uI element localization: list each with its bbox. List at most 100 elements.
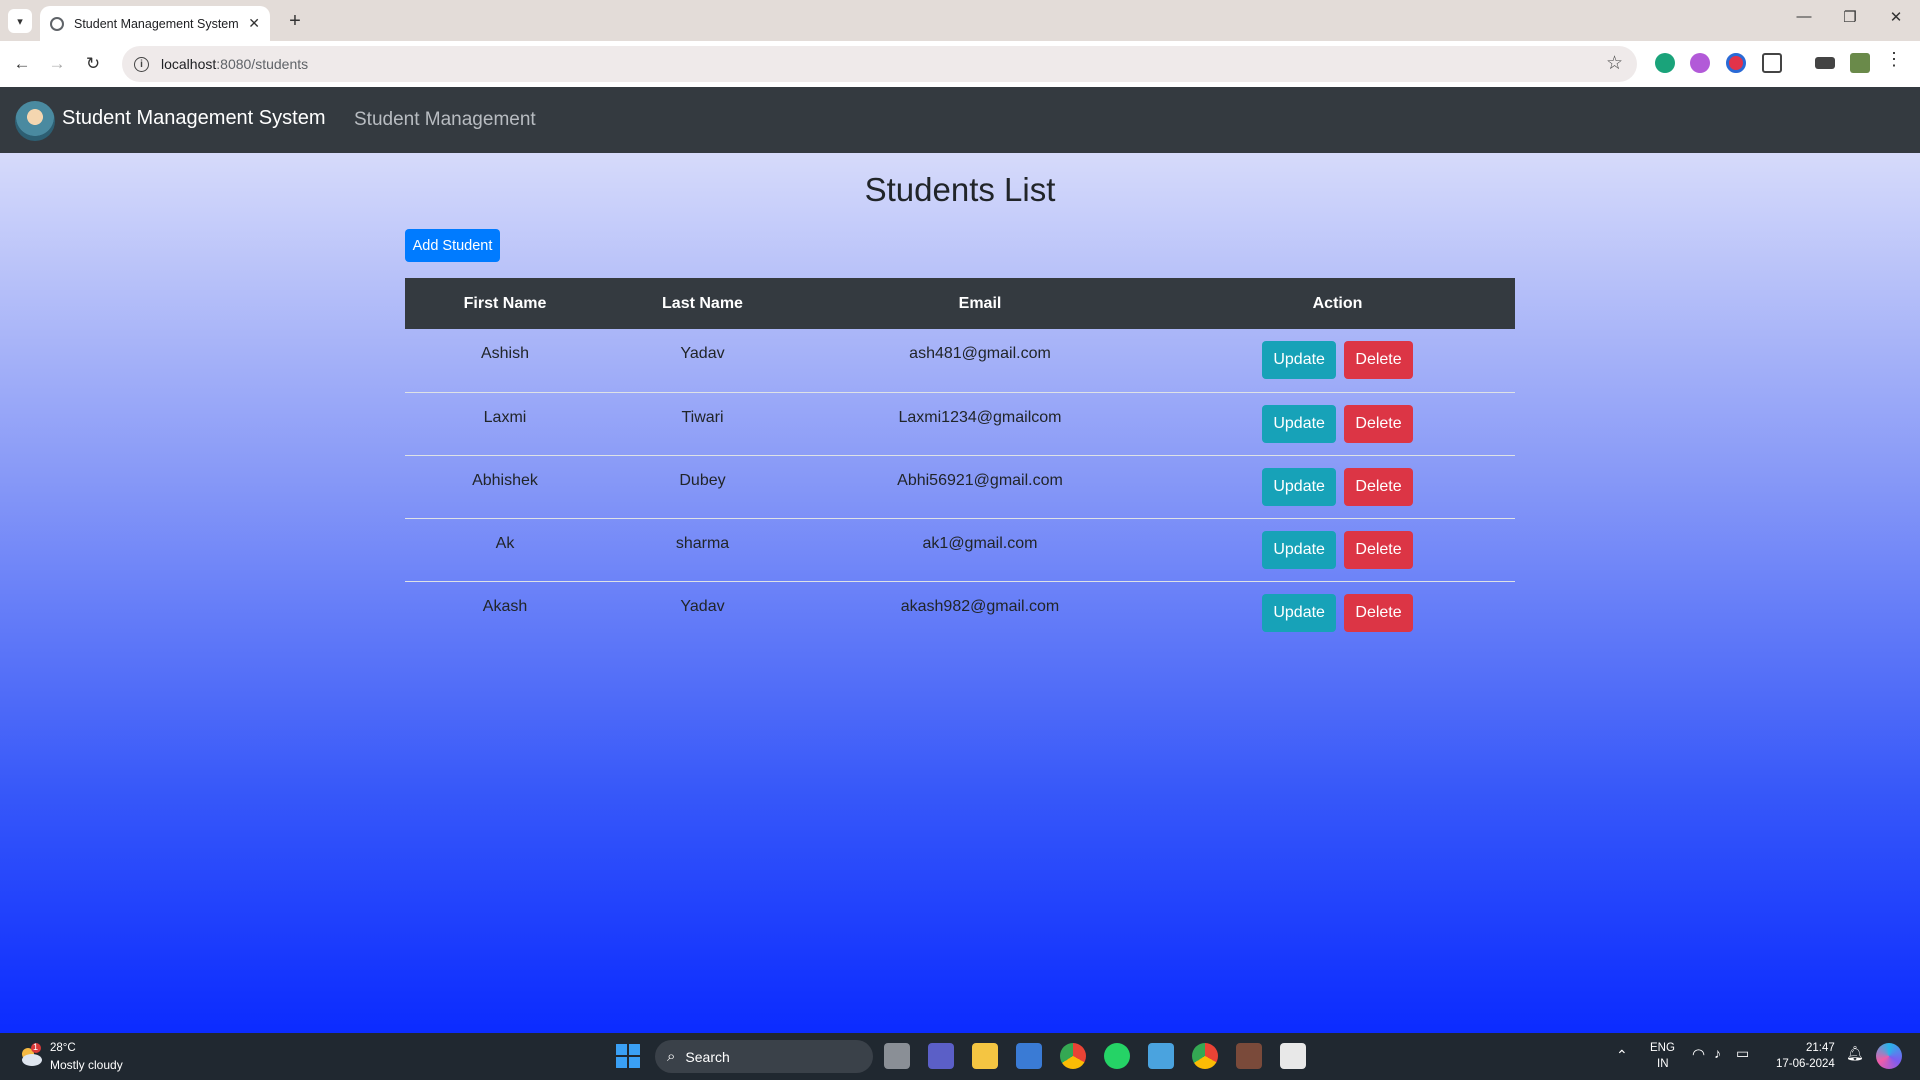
extension-purple-icon[interactable]	[1690, 53, 1710, 73]
first-name-cell: Ak	[495, 534, 515, 552]
profile-avatar-icon[interactable]	[1850, 53, 1870, 73]
wifi-icon[interactable]: ◠	[1692, 1045, 1705, 1063]
email-cell: ash481@gmail.com	[909, 345, 1051, 362]
teams-icon[interactable]	[928, 1043, 954, 1069]
region-code[interactable]: IN	[1657, 1058, 1669, 1070]
volume-icon[interactable]: ♪	[1714, 1045, 1721, 1061]
update-button[interactable]: Update	[1262, 467, 1336, 506]
notification-bell-icon[interactable]: 🔔︎	[1846, 1045, 1864, 1062]
first-name-cell: Ashish	[480, 345, 530, 362]
first-name-cell: Akash	[482, 597, 528, 615]
browser-toolbar: ← → ↻ i localhost:8080/students ☆ ⋮	[0, 41, 1920, 87]
close-window-icon[interactable]: ✕	[1876, 8, 1916, 26]
weather-cloud-icon[interactable]	[18, 1043, 44, 1069]
email-cell: akash982@gmail.com	[900, 597, 1060, 615]
file-explorer-icon[interactable]	[972, 1043, 998, 1069]
chrome-active-icon[interactable]	[1192, 1043, 1218, 1069]
language-code[interactable]: ENG	[1650, 1042, 1675, 1054]
navbar-brand[interactable]: Student Management System	[62, 107, 325, 130]
delete-button[interactable]: Delete	[1344, 341, 1413, 379]
weather-badge: 1	[33, 1042, 39, 1052]
microsoft-store-icon[interactable]	[1016, 1043, 1042, 1069]
extension-color-icon[interactable]	[1726, 53, 1746, 73]
table-row: Ak sharma ak1@gmail.com Update Delete	[405, 518, 1515, 581]
tray-chevron-up-icon[interactable]: ⌃	[1616, 1047, 1628, 1064]
update-button[interactable]: Update	[1262, 404, 1336, 443]
table-row: Laxmi Tiwari Laxmi1234@gmailcom Update D…	[405, 392, 1515, 455]
whatsapp-icon[interactable]	[1104, 1043, 1130, 1069]
extensions-puzzle-icon[interactable]	[1762, 53, 1782, 73]
extension-chatgpt-icon[interactable]	[1655, 53, 1675, 73]
menu-kebab-icon[interactable]: ⋮	[1885, 49, 1903, 69]
browser-tabstrip: ▾ Student Management System ✕ + — ❐ ✕	[0, 0, 1920, 41]
search-icon: ⌕	[667, 1048, 676, 1065]
column-header: First Name	[463, 294, 547, 312]
forward-icon[interactable]: →	[44, 51, 70, 77]
site-info-icon[interactable]: i	[134, 56, 149, 72]
action-cell: Update Delete	[1160, 581, 1515, 644]
delete-button[interactable]: Delete	[1344, 404, 1413, 443]
taskbar-search-box[interactable]: ⌕ Search	[655, 1040, 873, 1073]
last-name-cell: Dubey	[679, 471, 726, 489]
notepad-icon[interactable]	[1148, 1043, 1174, 1069]
update-button[interactable]: Update	[1262, 593, 1336, 632]
os-taskbar: 1 28°C Mostly cloudy ⌕ Search ⌃ ENG IN ◠…	[0, 1033, 1920, 1080]
first-name-cell: Laxmi	[483, 408, 527, 426]
email-cell: Abhi56921@gmail.com	[897, 471, 1063, 489]
column-header: Last Name	[662, 294, 743, 312]
bookmark-star-icon[interactable]: ☆	[1606, 52, 1623, 75]
email-cell: ak1@gmail.com	[922, 534, 1038, 552]
reading-list-icon[interactable]	[1815, 57, 1835, 69]
tab-title: Student Management System	[74, 16, 239, 31]
task-view-icon[interactable]	[884, 1043, 910, 1069]
last-name-cell: sharma	[675, 534, 730, 552]
browser-tab[interactable]: Student Management System ✕	[40, 6, 270, 41]
add-student-button[interactable]: Add Student	[405, 229, 500, 262]
first-name-cell: Abhishek	[472, 471, 538, 489]
clock-time[interactable]: 21:47	[1806, 1042, 1835, 1054]
windows-start-icon[interactable]	[615, 1043, 641, 1069]
delete-button[interactable]: Delete	[1344, 530, 1413, 569]
new-tab-icon[interactable]: +	[282, 8, 308, 34]
app-navbar: Student Management System Student Manage…	[0, 87, 1920, 153]
table-row: Abhishek Dubey Abhi56921@gmail.com Updat…	[405, 455, 1515, 518]
page-content: Student Management System Student Manage…	[0, 87, 1920, 1033]
copilot-icon[interactable]	[1876, 1043, 1902, 1069]
students-table: First Name Last Name Email Action Ashish…	[405, 278, 1515, 644]
app-game-icon[interactable]	[1236, 1043, 1262, 1069]
table-header-row: First Name Last Name Email Action	[405, 278, 1515, 329]
table-row: Ashish Yadav ash481@gmail.com Update Del…	[405, 329, 1515, 392]
reload-icon[interactable]: ↻	[80, 51, 106, 77]
last-name-cell: Tiwari	[681, 408, 724, 426]
last-name-cell: Yadav	[680, 345, 725, 362]
url-host: localhost	[161, 56, 217, 72]
clock-date[interactable]: 17-06-2024	[1776, 1058, 1835, 1070]
globe-icon	[50, 16, 64, 31]
table-row: Akash Yadav akash982@gmail.com Update De…	[405, 581, 1515, 644]
column-header: Email	[958, 294, 1002, 312]
update-button[interactable]: Update	[1262, 530, 1336, 569]
restore-icon[interactable]: ❐	[1830, 8, 1870, 26]
last-name-cell: Yadav	[680, 597, 725, 615]
address-bar[interactable]: i localhost:8080/students ☆	[122, 46, 1637, 82]
weather-temperature: 28°C	[50, 1042, 76, 1054]
snipping-tool-icon[interactable]	[1280, 1043, 1306, 1069]
nav-link-student-management[interactable]: Student Management	[354, 109, 536, 131]
student-logo-icon	[15, 101, 55, 141]
weather-description: Mostly cloudy	[50, 1058, 123, 1072]
page-title: Students List	[864, 171, 1056, 208]
battery-icon[interactable]: ▭	[1736, 1045, 1749, 1062]
minimize-icon[interactable]: —	[1784, 8, 1824, 25]
delete-button[interactable]: Delete	[1344, 467, 1413, 506]
action-cell: Update Delete	[1160, 392, 1515, 455]
tab-search-chevron-icon[interactable]: ▾	[8, 9, 32, 33]
back-icon[interactable]: ←	[9, 51, 35, 77]
column-header: Action	[1312, 294, 1363, 312]
update-button[interactable]: Update	[1262, 341, 1336, 379]
delete-button[interactable]: Delete	[1344, 593, 1413, 632]
email-cell: Laxmi1234@gmailcom	[898, 408, 1062, 426]
action-cell: Update Delete	[1160, 518, 1515, 581]
action-cell: Update Delete	[1160, 455, 1515, 518]
close-tab-icon[interactable]: ✕	[248, 15, 260, 32]
chrome-icon[interactable]	[1060, 1043, 1086, 1069]
